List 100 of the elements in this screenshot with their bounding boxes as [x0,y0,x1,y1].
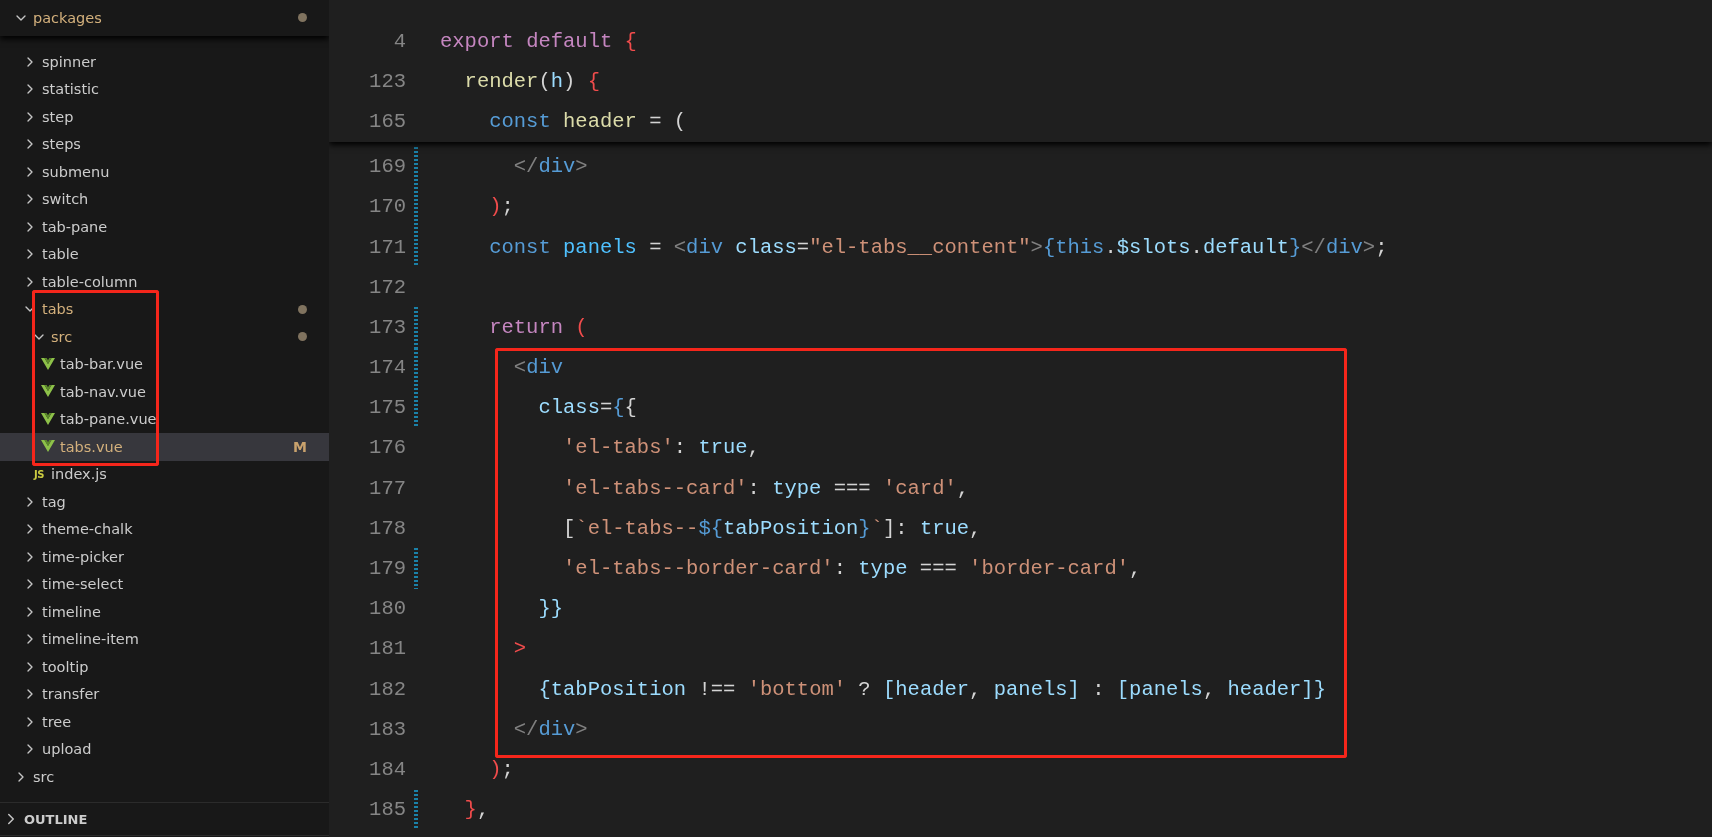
file-name: tree [42,713,73,730]
tree-item[interactable]: spinner [0,48,329,76]
code-line: ); [488,757,514,781]
code-line: export default { [440,29,637,53]
line-number: 174 [368,356,406,380]
tree-item[interactable]: table [0,240,329,268]
line-number: 179 [368,557,406,581]
line-number: 165 [368,109,406,133]
tree-item[interactable]: time-select [0,570,329,598]
code-line: {tabPosition !== 'bottom' ? [header, panels] : [panels, header]} [537,677,1326,701]
line-number: 177 [368,476,406,500]
code-line: 'el-tabs': true, [562,436,760,460]
file-name: index.js [51,466,108,483]
code-line: ); [488,195,514,219]
file-name: step [42,108,75,125]
vue-file-icon [41,357,55,371]
code-line: </div> [512,155,588,179]
code-line: const header = ( [488,109,687,133]
file-name: transfer [42,686,101,703]
file-name: table-column [42,273,139,290]
code-line: }, [463,798,490,822]
code-line: </div> [512,717,588,741]
line-number: 172 [368,275,406,299]
file-name: timeline-item [42,631,140,648]
tree-item[interactable]: src [0,323,329,351]
tree-item[interactable]: tag [0,488,329,516]
tree-item[interactable]: theme-chalk [0,515,329,543]
code-line: return ( [488,315,588,339]
line-number: 123 [368,69,406,93]
file-name: packages [33,9,103,26]
file-name: src [51,328,74,345]
line-number: 169 [368,155,406,179]
file-name: timeline [42,603,102,620]
vue-file-icon [41,440,55,454]
code-line: > [512,637,527,661]
tree-item[interactable]: tabs.vue M [0,433,329,461]
js-file-icon: JS [34,468,44,480]
vue-file-icon [41,412,55,426]
file-name: src [33,768,56,785]
tree-item[interactable]: step [0,103,329,131]
modified-dot [298,304,307,314]
file-name: switch [42,191,90,208]
tree-item[interactable]: tooltip [0,653,329,681]
tree-item[interactable]: packages [0,4,329,32]
file-name: submenu [42,163,111,180]
file-name: time-select [42,576,125,593]
code-line: 'el-tabs--card': type === 'card', [562,476,970,500]
code-line: }} [537,597,564,621]
line-number: 180 [368,597,406,621]
line-number: 178 [368,516,406,540]
tree-item[interactable]: switch [0,185,329,213]
status-letter: M [293,438,307,455]
file-name: tab-bar.vue [60,356,145,373]
vue-file-icon [41,385,55,399]
line-number: 176 [368,436,406,460]
code-line: [`el-tabs--${tabPosition}`]: true, [562,516,982,540]
file-name: steps [42,136,82,153]
tree-item[interactable]: tabs [0,295,329,323]
tree-item[interactable]: timeline-item [0,625,329,653]
tree-item[interactable]: tab-pane [0,213,329,241]
tree-item[interactable]: steps [0,130,329,158]
code-line: <div [512,356,564,380]
line-number: 4 [392,29,406,53]
tree-item[interactable]: time-picker [0,543,329,571]
line-number: 184 [368,757,406,781]
file-name: upload [42,741,93,758]
tree-item[interactable]: statistic [0,75,329,103]
modified-dot [298,13,307,23]
tree-item[interactable]: upload [0,735,329,763]
line-number: 183 [368,717,406,741]
code-line: class={{ [537,396,637,420]
file-name: tag [42,493,67,510]
tree-item[interactable]: timeline [0,598,329,626]
file-name: spinner [42,53,98,70]
tree-item[interactable]: tab-nav.vue [0,378,329,406]
code-line: const panels = <div class="el-tabs__content">{this.$slots.default}</div>; [488,235,1388,259]
tree-item[interactable]: submenu [0,158,329,186]
file-name: tab-nav.vue [60,383,147,400]
modified-dot [298,332,307,342]
tree-item[interactable]: tab-bar.vue [0,350,329,378]
line-number: 170 [368,195,406,219]
line-number: 182 [368,677,406,701]
tree-item[interactable]: transfer [0,680,329,708]
outline-header[interactable]: OUTLINE [0,802,329,836]
file-name: time-picker [42,548,125,565]
file-name: table [42,246,80,263]
line-number: 173 [368,315,406,339]
file-name: tabs [42,301,75,318]
tree-item[interactable]: tree [0,708,329,736]
code-line: render(h) { [463,69,600,93]
line-number: 171 [368,235,406,259]
tree-item[interactable]: src [0,763,329,791]
line-number: 185 [368,798,406,822]
tree-item[interactable]: JS index.js [0,460,329,488]
file-name: tab-pane.vue [60,411,158,428]
code-line: 'el-tabs--border-card': type === 'border-card', [562,557,1142,581]
tree-item[interactable]: table-column [0,268,329,296]
line-number: 181 [368,637,406,661]
file-name: tabs.vue [60,438,124,455]
tree-item[interactable]: tab-pane.vue [0,405,329,433]
